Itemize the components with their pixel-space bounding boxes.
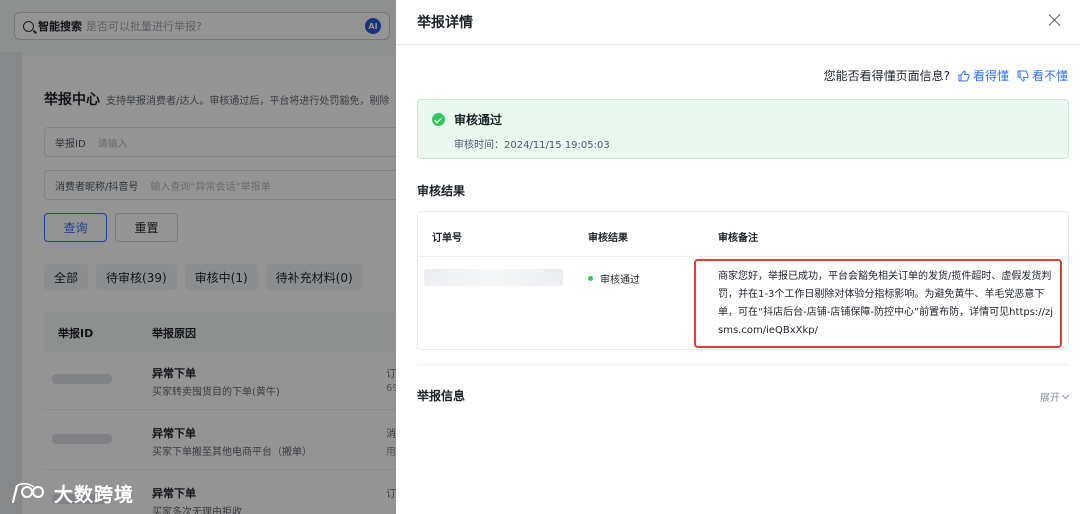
section-divider: [417, 364, 1069, 365]
col-review-remark: 审核备注: [718, 233, 758, 244]
feedback-bar: 您能否看得懂页面信息? 看得懂 看不懂: [824, 67, 1068, 84]
understand-label: 看得懂: [972, 69, 1009, 83]
expand-label: 展开: [1040, 393, 1060, 404]
col-review-result: 审核结果: [588, 233, 628, 244]
table-divider: [418, 256, 1068, 257]
result-status-label: 审核通过: [600, 275, 640, 286]
feedback-question: 您能否看得懂页面信息?: [823, 69, 950, 83]
blurred-order-number: [424, 269, 563, 286]
review-time: 审核时间：2024/11/15 19:05:03: [454, 140, 610, 151]
header-divider: [396, 44, 1080, 45]
info-section-title: 举报信息: [417, 389, 466, 403]
col-order-number: 订单号: [432, 233, 462, 244]
understand-button[interactable]: 看得懂: [958, 67, 1009, 84]
drawer-title: 举报详情: [417, 15, 473, 31]
check-circle-icon: [432, 113, 445, 126]
status-dot-icon: [588, 276, 593, 281]
background-page: 智能搜索 是否可以批量进行举报? AI 举报中心 支持举报消费者/达人。审核通过…: [0, 0, 396, 514]
expand-toggle[interactable]: 展开: [1040, 389, 1070, 404]
not-understand-label: 看不懂: [1031, 69, 1068, 83]
review-status-banner: 审核通过 审核时间：2024/11/15 19:05:03: [417, 99, 1069, 159]
thumbs-down-icon: [1017, 70, 1029, 82]
chevron-down-icon: [1061, 391, 1070, 399]
review-remark-text[interactable]: 商家您好，举报已成功，平台会豁免相关订单的发货/揽件超时、虚假发货判罚，并在1-…: [718, 268, 1058, 340]
watermark: 大数跨境: [10, 480, 134, 507]
modal-overlay[interactable]: [0, 0, 396, 514]
result-section-title: 审核结果: [417, 184, 466, 198]
not-understand-button[interactable]: 看不懂: [1017, 67, 1068, 84]
result-status: 审核通过: [588, 271, 640, 286]
thumbs-up-icon: [958, 69, 970, 81]
review-remark-highlight: 商家您好，举报已成功，平台会豁免相关订单的发货/揽件超时、虚假发货判罚，并在1-…: [694, 259, 1062, 348]
report-detail-drawer: 举报详情 您能否看得懂页面信息? 看得懂 看不懂 审核通过 审核时间：2024/…: [396, 0, 1080, 514]
review-status-title: 审核通过: [454, 113, 503, 127]
watermark-logo-icon: [11, 482, 44, 503]
close-icon[interactable]: [1047, 12, 1063, 28]
review-result-table: 订单号 审核结果 审核备注 审核通过 商家您好，举报已成功，平台会豁免相关订单的…: [417, 211, 1069, 350]
watermark-text: 大数跨境: [54, 484, 135, 506]
